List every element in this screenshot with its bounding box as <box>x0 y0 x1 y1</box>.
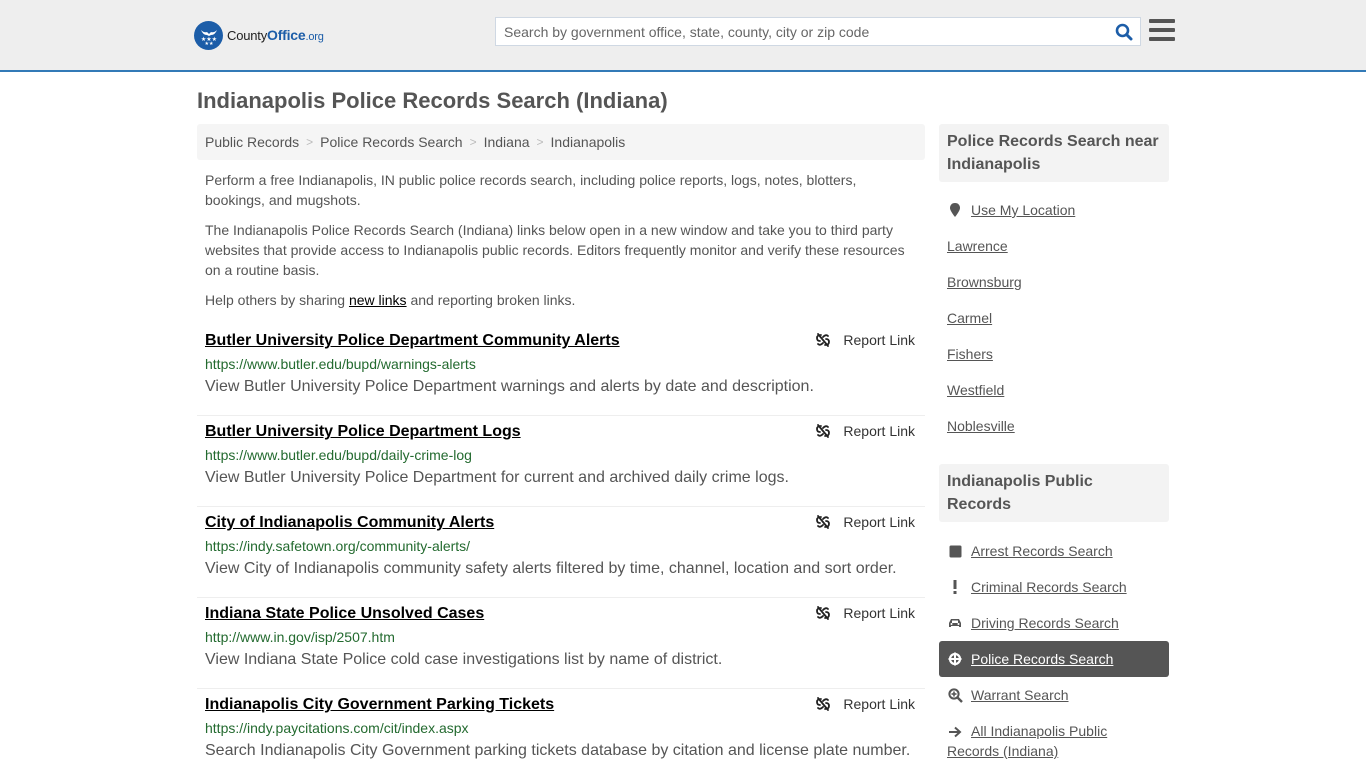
result-item: Indiana State Police Unsolved Cases Repo… <box>197 598 925 689</box>
result-description: View Butler University Police Department… <box>205 469 789 486</box>
result-item: Butler University Police Department Logs… <box>197 416 925 507</box>
nearby-link-lawrence[interactable]: Lawrence <box>947 236 1008 256</box>
intro-paragraph: The Indianapolis Police Records Search (… <box>205 222 905 278</box>
sidebar-item-arrest-records[interactable]: Arrest Records Search <box>947 541 1113 561</box>
result-url: https://www.butler.edu/bupd/warnings-ale… <box>205 356 476 372</box>
result-url: https://www.butler.edu/bupd/daily-crime-… <box>205 447 472 463</box>
exclamation-icon <box>947 579 963 595</box>
broken-link-icon <box>816 333 831 347</box>
broken-link-icon <box>816 697 831 711</box>
zoom-in-icon <box>947 687 963 703</box>
hamburger-menu-button[interactable] <box>1149 19 1175 43</box>
menu-bar <box>1149 19 1175 23</box>
breadcrumb: Public Records > Police Records Search >… <box>197 124 925 160</box>
broken-link-icon <box>816 424 831 438</box>
breadcrumb-indiana[interactable]: Indiana <box>484 134 530 150</box>
site-header: ★★★ ★★ CountyOffice.org <box>0 0 1366 72</box>
result-description: View City of Indianapolis community safe… <box>205 560 897 577</box>
site-search <box>495 17 1141 46</box>
intro-paragraph: Perform a free Indianapolis, IN public p… <box>205 172 857 208</box>
nearby-link-noblesville[interactable]: Noblesville <box>947 416 1015 436</box>
menu-bar <box>1149 37 1175 41</box>
search-button[interactable] <box>1108 18 1140 45</box>
result-description: View Indiana State Police cold case inve… <box>205 651 723 668</box>
breadcrumb-separator: > <box>306 135 314 149</box>
result-item: City of Indianapolis Community Alerts Re… <box>197 507 925 598</box>
report-link-button[interactable]: Report Link <box>815 605 915 621</box>
sidebar-item-driving-records[interactable]: Driving Records Search <box>947 613 1119 633</box>
svg-text:★★: ★★ <box>204 41 213 46</box>
page-title: Indianapolis Police Records Search (Indi… <box>197 88 668 113</box>
result-description: View Butler University Police Department… <box>205 378 814 395</box>
search-input[interactable] <box>496 18 1108 45</box>
result-title-link[interactable]: Indianapolis City Government Parking Tic… <box>205 695 554 715</box>
broken-link-icon <box>816 515 831 529</box>
breadcrumb-indianapolis[interactable]: Indianapolis <box>551 134 626 150</box>
sidebar-item-all-public-records[interactable]: All Indianapolis Public Records (Indiana… <box>947 721 1147 761</box>
eagle-logo-icon: ★★★ ★★ <box>194 20 223 50</box>
sidebar-item-police-records[interactable]: Police Records Search <box>947 649 1113 669</box>
nearby-link-fishers[interactable]: Fishers <box>947 344 993 364</box>
site-logo[interactable]: ★★★ ★★ CountyOffice.org <box>194 20 324 50</box>
result-url: https://indy.safetown.org/community-aler… <box>205 538 471 554</box>
intro-text: Perform a free Indianapolis, IN public p… <box>205 170 920 320</box>
report-link-button[interactable]: Report Link <box>815 696 915 712</box>
results-list: Butler University Police Department Comm… <box>197 325 925 780</box>
breadcrumb-separator: > <box>469 135 477 149</box>
result-title-link[interactable]: Butler University Police Department Comm… <box>205 331 620 351</box>
crosshair-icon <box>947 652 963 666</box>
nearby-link-carmel[interactable]: Carmel <box>947 308 992 328</box>
intro-paragraph: Help others by sharing new links and rep… <box>205 292 576 308</box>
search-icon <box>1115 23 1133 40</box>
report-link-button[interactable]: Report Link <box>815 514 915 530</box>
breadcrumb-police-records-search[interactable]: Police Records Search <box>320 134 462 150</box>
breadcrumb-separator: > <box>536 135 544 149</box>
public-records-section-title: Indianapolis Public Records <box>939 464 1169 522</box>
result-item: Indianapolis City Government Parking Tic… <box>197 689 925 780</box>
car-icon <box>947 617 963 629</box>
nearby-section-title: Police Records Search near Indianapolis <box>939 124 1169 182</box>
square-icon <box>947 545 963 558</box>
report-link-button[interactable]: Report Link <box>815 423 915 439</box>
result-item: Butler University Police Department Comm… <box>197 325 925 416</box>
menu-bar <box>1149 28 1175 32</box>
result-title-link[interactable]: City of Indianapolis Community Alerts <box>205 513 494 533</box>
breadcrumb-public-records[interactable]: Public Records <box>205 134 299 150</box>
result-description: Search Indianapolis City Government park… <box>205 742 911 759</box>
result-title-link[interactable]: Indiana State Police Unsolved Cases <box>205 604 484 624</box>
nearby-link-brownsburg[interactable]: Brownsburg <box>947 272 1022 292</box>
use-my-location-link[interactable]: Use My Location <box>947 200 1075 220</box>
broken-link-icon <box>816 606 831 620</box>
map-marker-icon <box>947 202 963 218</box>
sidebar-item-criminal-records[interactable]: Criminal Records Search <box>947 577 1127 597</box>
report-link-button[interactable]: Report Link <box>815 332 915 348</box>
arrow-right-icon <box>947 726 963 738</box>
result-url: http://www.in.gov/isp/2507.htm <box>205 629 395 645</box>
nearby-link-westfield[interactable]: Westfield <box>947 380 1004 400</box>
result-title-link[interactable]: Butler University Police Department Logs <box>205 422 521 442</box>
new-links-link[interactable]: new links <box>349 292 407 308</box>
result-url: https://indy.paycitations.com/cit/index.… <box>205 720 469 736</box>
sidebar-item-warrant-search[interactable]: Warrant Search <box>947 685 1069 705</box>
logo-wordmark: CountyOffice.org <box>227 27 324 43</box>
